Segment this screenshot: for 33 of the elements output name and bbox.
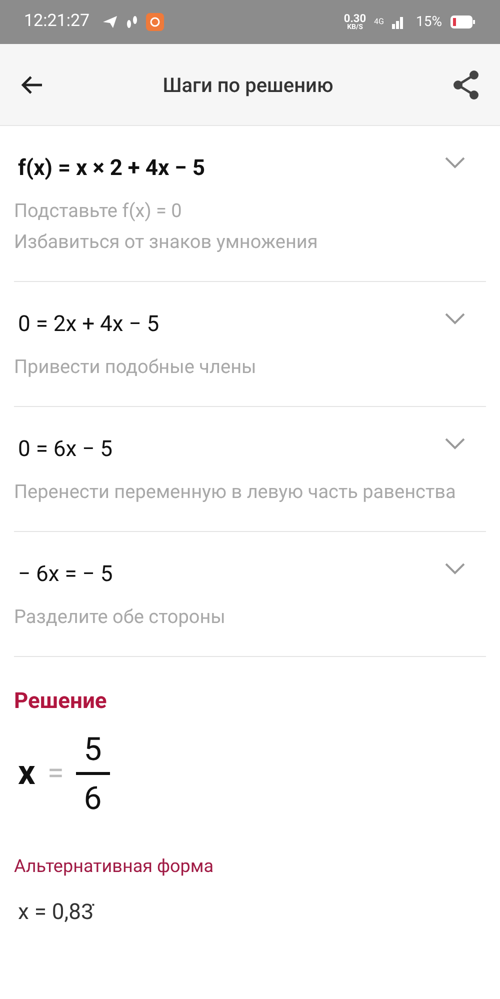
step-description: Подставьте f(x) = 0 (14, 198, 183, 224)
screen-title: Шаги по решению (162, 72, 334, 98)
alternative-value: x = 0,83̇ (17, 899, 96, 927)
chevron-down-icon[interactable] (444, 562, 466, 576)
step-description: Привести подобные члены (14, 354, 258, 380)
alternative-form-heading: Альтернативная форма (14, 855, 215, 879)
solution-heading: Решение (14, 688, 108, 716)
equals-sign: = (47, 755, 64, 793)
chevron-down-icon[interactable] (444, 312, 466, 326)
paper-plane-icon (102, 15, 118, 29)
app-icon (146, 13, 164, 31)
status-time: 12:21:27 (24, 10, 90, 34)
solution-variable: x (18, 752, 36, 795)
step-description: Перенести переменную в левую часть равенства (14, 479, 457, 505)
battery-percent: 15% (416, 12, 442, 32)
denominator: 6 (84, 779, 102, 817)
network-type: 4G (374, 16, 384, 28)
footprints-icon (126, 15, 138, 29)
signal-icon (392, 15, 404, 29)
step-equation: 0 = 2x + 4x − 5 (17, 311, 160, 339)
numerator: 5 (84, 730, 102, 768)
step-equation: f(x) = x × 2 + 4x − 5 (17, 155, 206, 183)
step-description: Разделите обе стороны (14, 604, 226, 630)
step-equation: − 6x = − 5 (17, 561, 114, 589)
network-speed: 0.30 (344, 13, 366, 24)
chevron-down-icon[interactable] (444, 437, 466, 451)
back-arrow-icon[interactable] (20, 74, 44, 94)
step-description: Избавиться от знаков умножения (14, 229, 319, 255)
chevron-down-icon[interactable] (444, 156, 466, 170)
battery-icon (450, 15, 476, 29)
step-equation: 0 = 6x − 5 (17, 436, 114, 464)
share-icon[interactable] (452, 70, 480, 100)
fraction-bar (76, 772, 110, 775)
